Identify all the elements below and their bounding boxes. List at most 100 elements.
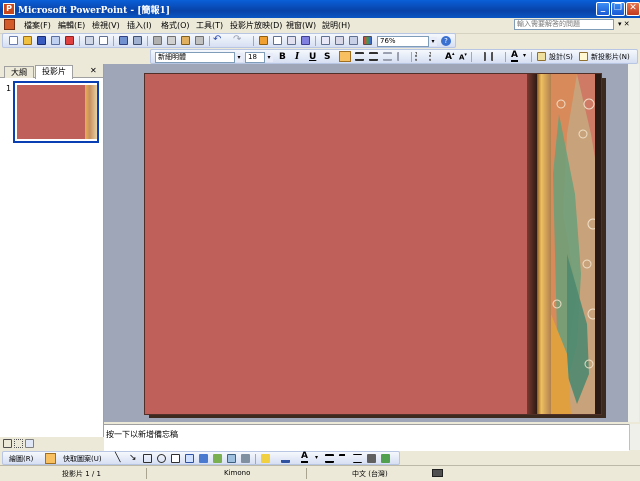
line-icon[interactable]: ╲: [115, 453, 120, 463]
slide-sorter-icon[interactable]: [14, 439, 23, 448]
document-icon[interactable]: [4, 19, 15, 30]
tab-slides[interactable]: 投影片: [35, 65, 73, 79]
wordart-icon[interactable]: [185, 454, 194, 463]
minimize-button[interactable]: _: [596, 2, 610, 16]
tab-outline[interactable]: 大綱: [4, 66, 34, 78]
help-search-input[interactable]: 輸入需要解答的問題: [514, 19, 614, 30]
align-right-icon[interactable]: [369, 52, 378, 61]
justify-icon[interactable]: [383, 52, 392, 61]
normal-view-icon[interactable]: [3, 439, 12, 448]
decrease-indent-icon[interactable]: [477, 52, 486, 61]
font-combo[interactable]: 新細明體: [155, 52, 235, 63]
copy-icon[interactable]: [167, 36, 176, 45]
clipart-icon[interactable]: [213, 454, 222, 463]
italic-button[interactable]: I: [295, 52, 299, 62]
design-button[interactable]: 設計(S): [549, 52, 573, 62]
vertical-scrollbar[interactable]: [628, 64, 639, 422]
slideshow-view-icon[interactable]: [25, 439, 34, 448]
slide-thumbnail[interactable]: [13, 81, 99, 143]
autoshapes-menu-button[interactable]: 快取圖案(U): [63, 454, 102, 464]
select-objects-icon[interactable]: [45, 453, 56, 464]
menu-insert[interactable]: 插入(I): [127, 20, 152, 31]
insert-table-icon[interactable]: [273, 36, 282, 45]
notes-scrollbar[interactable]: [629, 424, 640, 450]
email-icon[interactable]: [65, 36, 74, 45]
cut-icon[interactable]: [153, 36, 162, 45]
distribute-icon[interactable]: [397, 52, 406, 61]
new-slide-icon[interactable]: [579, 52, 588, 61]
show-grid-icon[interactable]: [349, 36, 358, 45]
text-box-icon[interactable]: [171, 454, 180, 463]
dash-style-icon[interactable]: [339, 454, 348, 463]
new-icon[interactable]: [9, 36, 18, 45]
fill-color-icon[interactable]: [261, 454, 270, 463]
picture-icon[interactable]: [227, 454, 236, 463]
pane-close-icon[interactable]: ✕: [90, 66, 97, 75]
menu-slideshow[interactable]: 投影片放映(D): [230, 20, 282, 31]
format-painter-icon[interactable]: [195, 36, 204, 45]
insert-diagram-2-icon[interactable]: [241, 454, 250, 463]
paste-icon[interactable]: [181, 36, 190, 45]
help-dropdown-icon[interactable]: ▾ ✕: [618, 20, 630, 28]
spelling-icon[interactable]: [119, 36, 128, 45]
menu-view[interactable]: 檢視(V): [92, 20, 120, 31]
font-color-dropdown-2-icon[interactable]: ▾: [315, 454, 318, 461]
font-dropdown-icon[interactable]: ▾: [235, 53, 243, 62]
menu-help[interactable]: 說明(H): [322, 20, 350, 31]
slide-canvas[interactable]: [144, 73, 602, 415]
zoom-combo[interactable]: 76%: [377, 36, 429, 47]
save-icon[interactable]: [37, 36, 46, 45]
menu-window[interactable]: 視窗(W): [286, 20, 316, 31]
research-icon[interactable]: [133, 36, 142, 45]
draw-menu-button[interactable]: 繪圖(R): [9, 454, 33, 464]
help-icon[interactable]: ?: [441, 36, 451, 46]
menu-format[interactable]: 格式(O): [161, 20, 190, 31]
bold-button[interactable]: B: [279, 52, 286, 62]
restore-button[interactable]: ❐: [611, 2, 625, 16]
arrow-style-icon[interactable]: [353, 454, 362, 463]
close-button[interactable]: ✕: [626, 2, 640, 16]
shadow-button[interactable]: S: [324, 52, 330, 62]
arrow-icon[interactable]: ↘: [129, 453, 137, 463]
print-preview-icon[interactable]: [99, 36, 108, 45]
notes-pane[interactable]: 按一下以新增備忘稿: [104, 424, 629, 451]
increase-indent-icon[interactable]: [491, 52, 500, 61]
new-slide-button[interactable]: 新投影片(N): [591, 52, 630, 62]
insert-diagram-icon[interactable]: [301, 36, 310, 45]
tables-borders-icon[interactable]: [287, 36, 296, 45]
oval-icon[interactable]: [157, 454, 166, 463]
font-size-dropdown-icon[interactable]: ▾: [265, 53, 273, 62]
show-formatting-icon[interactable]: [335, 36, 344, 45]
decrease-font-icon[interactable]: A▾: [459, 52, 467, 61]
title-bar[interactable]: P Microsoft PowerPoint - [簡報1] _ ❐ ✕: [0, 0, 640, 18]
align-left-button[interactable]: [339, 51, 351, 62]
color-grayscale-icon[interactable]: [363, 36, 372, 45]
design-icon[interactable]: [537, 52, 546, 61]
insert-chart-icon[interactable]: [259, 36, 268, 45]
redo-icon[interactable]: ↷: [233, 34, 241, 45]
bullets-icon[interactable]: [429, 52, 438, 61]
diagram-icon[interactable]: [199, 454, 208, 463]
3d-style-icon[interactable]: [381, 454, 390, 463]
shadow-style-icon[interactable]: [367, 454, 376, 463]
line-color-icon[interactable]: [281, 454, 290, 463]
font-color-dropdown-icon[interactable]: ▾: [523, 52, 526, 59]
font-size-combo[interactable]: 18: [245, 52, 265, 63]
spelling-status-icon[interactable]: [432, 469, 443, 477]
undo-icon[interactable]: ↶: [213, 34, 221, 45]
print-icon[interactable]: [85, 36, 94, 45]
powerpoint-app-icon[interactable]: P: [3, 3, 15, 15]
menu-tools[interactable]: 工具(T): [196, 20, 223, 31]
increase-font-icon[interactable]: A▴: [445, 51, 454, 62]
drawing-font-color-icon[interactable]: A: [301, 452, 308, 463]
open-icon[interactable]: [23, 36, 32, 45]
font-color-icon[interactable]: A: [511, 51, 518, 62]
align-center-icon[interactable]: [355, 52, 364, 61]
menu-edit[interactable]: 編輯(E): [58, 20, 85, 31]
numbering-icon[interactable]: [415, 52, 424, 61]
expand-all-icon[interactable]: [321, 36, 330, 45]
rectangle-icon[interactable]: [143, 454, 152, 463]
menu-file[interactable]: 檔案(F): [24, 20, 51, 31]
underline-button[interactable]: U: [309, 52, 316, 62]
zoom-dropdown-icon[interactable]: ▾: [429, 37, 437, 46]
